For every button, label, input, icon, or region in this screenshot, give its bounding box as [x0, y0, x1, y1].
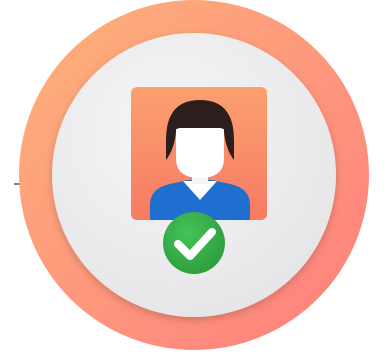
icon-canvas — [14, 0, 369, 350]
check-badge-icon — [163, 212, 225, 274]
verified-user-icon — [0, 0, 385, 360]
face — [176, 128, 224, 178]
